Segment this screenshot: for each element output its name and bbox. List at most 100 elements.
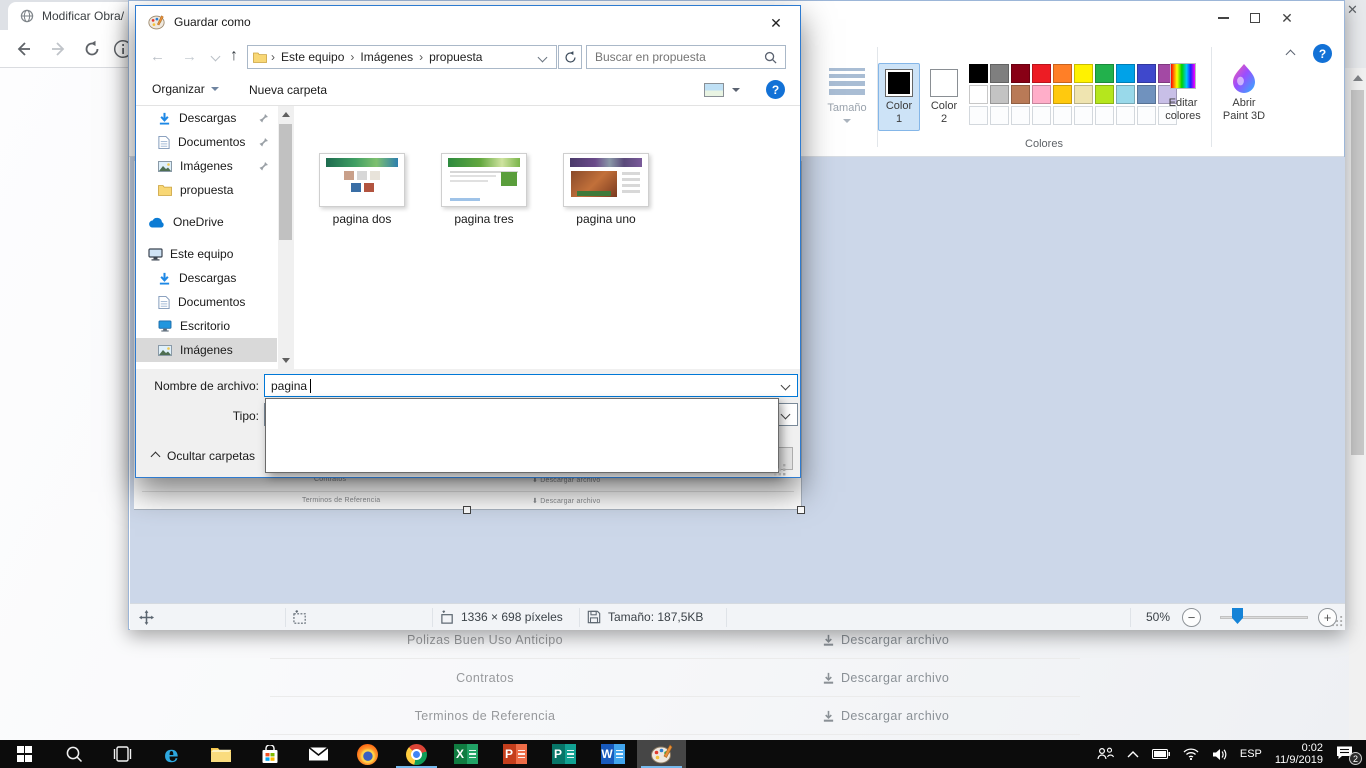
sidebar-item-documentos[interactable]: Documentos [136,130,277,154]
file-explorer-button[interactable] [196,740,245,768]
zoom-out-button[interactable]: − [1182,608,1201,627]
language-indicator[interactable]: ESP [1240,748,1262,760]
sidebar-item-documentos-2[interactable]: Documentos [136,290,277,314]
scrollbar-thumb[interactable] [1351,90,1364,455]
palette-empty-slot[interactable] [1032,106,1051,125]
sidebar-item-descargas[interactable]: Descargas [136,106,277,130]
sidebar-item-onedrive[interactable]: OneDrive [136,210,277,234]
palette-empty-slot[interactable] [1095,106,1114,125]
filename-input[interactable]: pagina [264,374,798,397]
palette-empty-slot[interactable] [1137,106,1156,125]
close-button[interactable]: ✕ [1271,7,1303,29]
sidebar-item-imagenes-2[interactable]: Imágenes [136,338,277,362]
powerpoint-button[interactable]: P [490,740,539,768]
palette-empty-slot[interactable] [1074,106,1093,125]
sidebar-scrollbar[interactable] [278,106,294,369]
palette-swatch[interactable] [1137,64,1156,83]
dialog-close-icon[interactable]: ✕ [756,10,796,36]
breadcrumb-segment[interactable]: Este equipo [275,50,350,64]
scrollbar-down-arrow[interactable] [282,358,290,363]
minimize-button[interactable] [1207,7,1239,29]
search-input[interactable] [587,50,764,64]
scrollbar-up-arrow[interactable] [1353,75,1363,81]
firefox-button[interactable] [343,740,392,768]
browser-reload-icon[interactable] [83,40,101,58]
sidebar-item-escritorio[interactable]: Escritorio [136,314,277,338]
nav-back-icon[interactable]: ← [150,48,165,65]
action-center-button[interactable]: 2 [1336,745,1358,763]
edge-button[interactable]: e [147,740,196,768]
color2-button[interactable]: Color 2 [923,63,965,131]
filename-dropdown-icon[interactable] [781,381,791,391]
view-mode-icon[interactable] [704,83,724,97]
nav-history-icon[interactable] [211,52,221,62]
palette-swatch[interactable] [990,85,1009,104]
scrollbar-thumb[interactable] [279,124,292,240]
word-button[interactable]: W [588,740,637,768]
zoom-slider-handle[interactable] [1232,608,1243,624]
palette-swatch[interactable] [1053,64,1072,83]
browser-close-icon[interactable]: ✕ [1347,2,1358,18]
file-name[interactable]: pagina dos [302,212,422,226]
maximize-button[interactable] [1239,7,1271,29]
chrome-button[interactable] [392,740,441,768]
file-thumbnail-pagina-dos[interactable] [319,153,405,207]
palette-swatch[interactable] [1032,85,1051,104]
nav-forward-icon[interactable]: → [182,48,197,65]
sidebar-item-imagenes[interactable]: Imágenes [136,154,277,178]
file-thumbnail-pagina-uno[interactable] [563,153,649,207]
palette-swatch[interactable] [1095,64,1114,83]
canvas-resize-handle-corner[interactable] [797,506,805,514]
palette-swatch[interactable] [1116,85,1135,104]
palette-swatch[interactable] [1095,85,1114,104]
refresh-button[interactable] [558,45,582,69]
palette-swatch[interactable] [1137,85,1156,104]
tray-expand-icon[interactable] [1127,750,1139,758]
resize-grip[interactable] [1332,616,1343,627]
breadcrumb-segment[interactable]: Imágenes [354,50,419,64]
taskbar-search-button[interactable] [49,740,98,768]
new-folder-button[interactable]: Nueva carpeta [249,83,327,97]
palette-swatch[interactable] [1053,85,1072,104]
task-view-button[interactable] [98,740,147,768]
palette-empty-slot[interactable] [990,106,1009,125]
download-link[interactable]: Descargar archivo [822,697,949,735]
help-icon[interactable]: ? [1313,44,1332,63]
clock[interactable]: 0:02 11/9/2019 [1275,742,1323,766]
file-name[interactable]: pagina uno [546,212,666,226]
palette-swatch[interactable] [1074,64,1093,83]
store-button[interactable] [245,740,294,768]
palette-empty-slot[interactable] [1011,106,1030,125]
palette-swatch[interactable] [1011,64,1030,83]
palette-empty-slot[interactable] [1116,106,1135,125]
palette-swatch[interactable] [969,85,988,104]
breadcrumb[interactable]: › Este equipo › Imágenes › propuesta [247,45,557,69]
hide-folders-button[interactable]: Ocultar carpetas [152,449,255,463]
start-button[interactable] [0,740,49,768]
autocomplete-dropdown[interactable] [265,398,779,473]
canvas-resize-handle-bottom[interactable] [463,506,471,514]
wifi-icon[interactable] [1183,748,1199,760]
file-thumbnail-pagina-tres[interactable] [441,153,527,207]
open-paint3d-button[interactable]: Abrir Paint 3D [1216,63,1272,123]
color1-button[interactable]: Color 1 [878,63,920,131]
breadcrumb-dropdown-icon[interactable] [538,52,548,62]
download-link[interactable]: Descargar archivo [822,659,949,697]
organize-button[interactable]: Organizar [152,82,219,96]
people-icon[interactable] [1097,747,1114,761]
browser-scrollbar[interactable] [1349,68,1366,740]
palette-swatch[interactable] [1074,85,1093,104]
palette-empty-slot[interactable] [1053,106,1072,125]
ribbon-collapse-icon[interactable] [1286,50,1296,60]
palette-swatch[interactable] [1032,64,1051,83]
view-mode-dropdown-icon[interactable] [732,88,740,92]
mail-button[interactable] [294,740,343,768]
nav-up-icon[interactable]: ↑ [230,47,238,65]
sidebar-item-propuesta[interactable]: propuesta [136,178,277,202]
search-box[interactable] [586,45,786,69]
palette-swatch[interactable] [1011,85,1030,104]
palette-swatch[interactable] [1116,64,1135,83]
scrollbar-up-arrow[interactable] [282,112,290,117]
battery-icon[interactable] [1152,749,1170,759]
dialog-resize-grip[interactable] [773,463,786,476]
